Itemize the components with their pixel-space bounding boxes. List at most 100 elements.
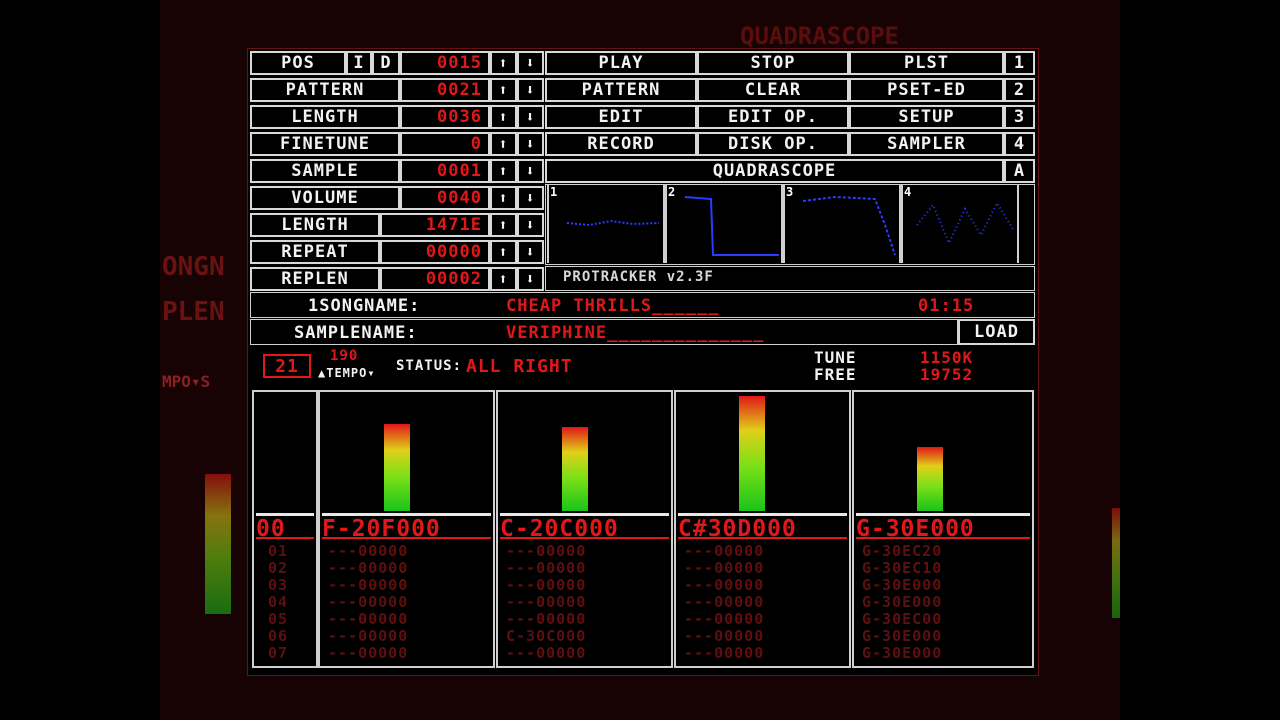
pos-value: 0015 <box>400 51 490 75</box>
scope-1-number: 1 <box>550 185 558 199</box>
channel-3-rows[interactable]: ---00000 ---00000 ---00000 ---00000 ---0… <box>684 543 764 662</box>
sample-value: 0001 <box>400 159 490 183</box>
channel-2-vu-meter <box>562 427 588 511</box>
songname-field[interactable]: CHEAP THRILLS______ <box>506 296 719 316</box>
edit-op-button[interactable]: EDIT OP. <box>697 105 849 129</box>
screen-3-button[interactable]: 3 <box>1004 105 1035 129</box>
replen-value: 00002 <box>380 267 490 291</box>
samplename-field[interactable]: VERIPHINE______________ <box>506 323 764 343</box>
replen-down-arrow-icon[interactable]: ⬇ <box>517 267 544 291</box>
scope-4-number: 4 <box>904 185 912 199</box>
disk-op-button[interactable]: DISK OP. <box>697 132 849 156</box>
pset-ed-button[interactable]: PSET-ED <box>849 78 1004 102</box>
samplename-label: SAMPLENAME: <box>294 323 418 343</box>
length-label: LENGTH <box>250 105 400 129</box>
pattern-play-button[interactable]: PATTERN <box>545 78 697 102</box>
sample-length-label: LENGTH <box>250 213 380 237</box>
edit-button[interactable]: EDIT <box>545 105 697 129</box>
sample-length-down-arrow-icon[interactable]: ⬇ <box>517 213 544 237</box>
channel-4-rows[interactable]: G-30EC20 G-30EC10 G-30E000 G-30E000 G-30… <box>862 543 942 662</box>
pos-label: POS <box>250 51 346 75</box>
screen-4-button[interactable]: 4 <box>1004 132 1035 156</box>
pos-down-arrow-icon[interactable]: ⬇ <box>517 51 544 75</box>
screen-1-button[interactable]: 1 <box>1004 51 1035 75</box>
delete-button[interactable]: D <box>372 51 400 75</box>
volume-value: 0040 <box>400 186 490 210</box>
load-button[interactable]: LOAD <box>958 319 1035 345</box>
channel-1-vu-meter <box>384 424 410 511</box>
repeat-value: 00000 <box>380 240 490 264</box>
channel-2-current-note[interactable]: C-20C000 <box>500 513 669 539</box>
sampler-button[interactable]: SAMPLER <box>849 132 1004 156</box>
play-button[interactable]: PLAY <box>545 51 697 75</box>
length-up-arrow-icon[interactable]: ⬆ <box>490 105 517 129</box>
songname-label: 1SONGNAME: <box>308 296 421 316</box>
channel-4-current-note[interactable]: G-30E000 <box>856 513 1030 539</box>
plst-button[interactable]: PLST <box>849 51 1004 75</box>
scope-2-waveform <box>684 196 779 256</box>
scope-channel-1[interactable]: 1 <box>547 185 665 263</box>
replen-label: REPLEN <box>250 267 380 291</box>
speed-value[interactable]: 21 <box>263 354 311 378</box>
current-row-number: 00 <box>256 513 314 539</box>
ghost-left-text: ONGN <box>162 252 225 282</box>
replen-up-arrow-icon[interactable]: ⬆ <box>490 267 517 291</box>
free-label: FREE <box>814 365 857 384</box>
volume-label: VOLUME <box>250 186 400 210</box>
quadrascope-button[interactable]: QUADRASCOPE <box>545 159 1004 183</box>
insert-button[interactable]: I <box>346 51 372 75</box>
finetune-up-arrow-icon[interactable]: ⬆ <box>490 132 517 156</box>
scope-3-number: 3 <box>786 185 794 199</box>
repeat-up-arrow-icon[interactable]: ⬆ <box>490 240 517 264</box>
scope-channel-3[interactable]: 3 <box>783 185 901 263</box>
scope-4-waveform <box>916 200 1014 246</box>
channel-3-current-note[interactable]: C#30D000 <box>678 513 847 539</box>
scope-1-waveform <box>566 219 660 227</box>
song-time: 01:15 <box>918 296 975 316</box>
status-label: STATUS: <box>396 358 463 374</box>
clear-button[interactable]: CLEAR <box>697 78 849 102</box>
sample-label: SAMPLE <box>250 159 400 183</box>
finetune-label: FINETUNE <box>250 132 400 156</box>
scope-3-waveform <box>802 195 896 256</box>
status-text: ALL RIGHT <box>466 356 573 377</box>
volume-down-arrow-icon[interactable]: ⬇ <box>517 186 544 210</box>
analyzer-toggle-button[interactable]: A <box>1004 159 1035 183</box>
volume-up-arrow-icon[interactable]: ⬆ <box>490 186 517 210</box>
tempo-label[interactable]: ▲TEMPO▾ <box>318 366 376 380</box>
sample-down-arrow-icon[interactable]: ⬇ <box>517 159 544 183</box>
stop-button[interactable]: STOP <box>697 51 849 75</box>
scope-channel-2[interactable]: 2 <box>665 185 783 263</box>
setup-button[interactable]: SETUP <box>849 105 1004 129</box>
pattern-up-arrow-icon[interactable]: ⬆ <box>490 78 517 102</box>
pattern-down-arrow-icon[interactable]: ⬇ <box>517 78 544 102</box>
channel-4-vu-meter <box>917 447 943 511</box>
pos-up-arrow-icon[interactable]: ⬆ <box>490 51 517 75</box>
sample-length-value: 1471E <box>380 213 490 237</box>
row-numbers: 01 02 03 04 05 06 07 <box>268 542 289 662</box>
channel-1-current-note[interactable]: F-20F000 <box>322 513 491 539</box>
ghost-left-text-2: PLEN <box>162 297 225 327</box>
scope-2-number: 2 <box>668 185 676 199</box>
scope-channel-4[interactable]: 4 <box>901 185 1019 263</box>
tempo-value: 190 <box>330 348 359 364</box>
ghost-vu-meter-right <box>1112 508 1120 618</box>
version-label: PROTRACKER v2.3F <box>563 269 714 285</box>
ghost-quadrascope-label: QUADRASCOPE <box>740 22 899 50</box>
record-button[interactable]: RECORD <box>545 132 697 156</box>
repeat-down-arrow-icon[interactable]: ⬇ <box>517 240 544 264</box>
sample-up-arrow-icon[interactable]: ⬆ <box>490 159 517 183</box>
channel-1-rows[interactable]: ---00000 ---00000 ---00000 ---00000 ---0… <box>328 543 408 662</box>
ghost-left-tempo: MPO▾S <box>162 372 211 391</box>
screen-2-button[interactable]: 2 <box>1004 78 1035 102</box>
sample-length-up-arrow-icon[interactable]: ⬆ <box>490 213 517 237</box>
finetune-value: 0 <box>400 132 490 156</box>
ghost-vu-meter <box>205 474 231 614</box>
length-down-arrow-icon[interactable]: ⬇ <box>517 105 544 129</box>
channel-3-vu-meter <box>739 396 765 511</box>
pattern-label: PATTERN <box>250 78 400 102</box>
free-value: 19752 <box>920 365 974 384</box>
finetune-down-arrow-icon[interactable]: ⬇ <box>517 132 544 156</box>
pattern-value: 0021 <box>400 78 490 102</box>
channel-2-rows[interactable]: ---00000 ---00000 ---00000 ---00000 ---0… <box>506 543 586 662</box>
